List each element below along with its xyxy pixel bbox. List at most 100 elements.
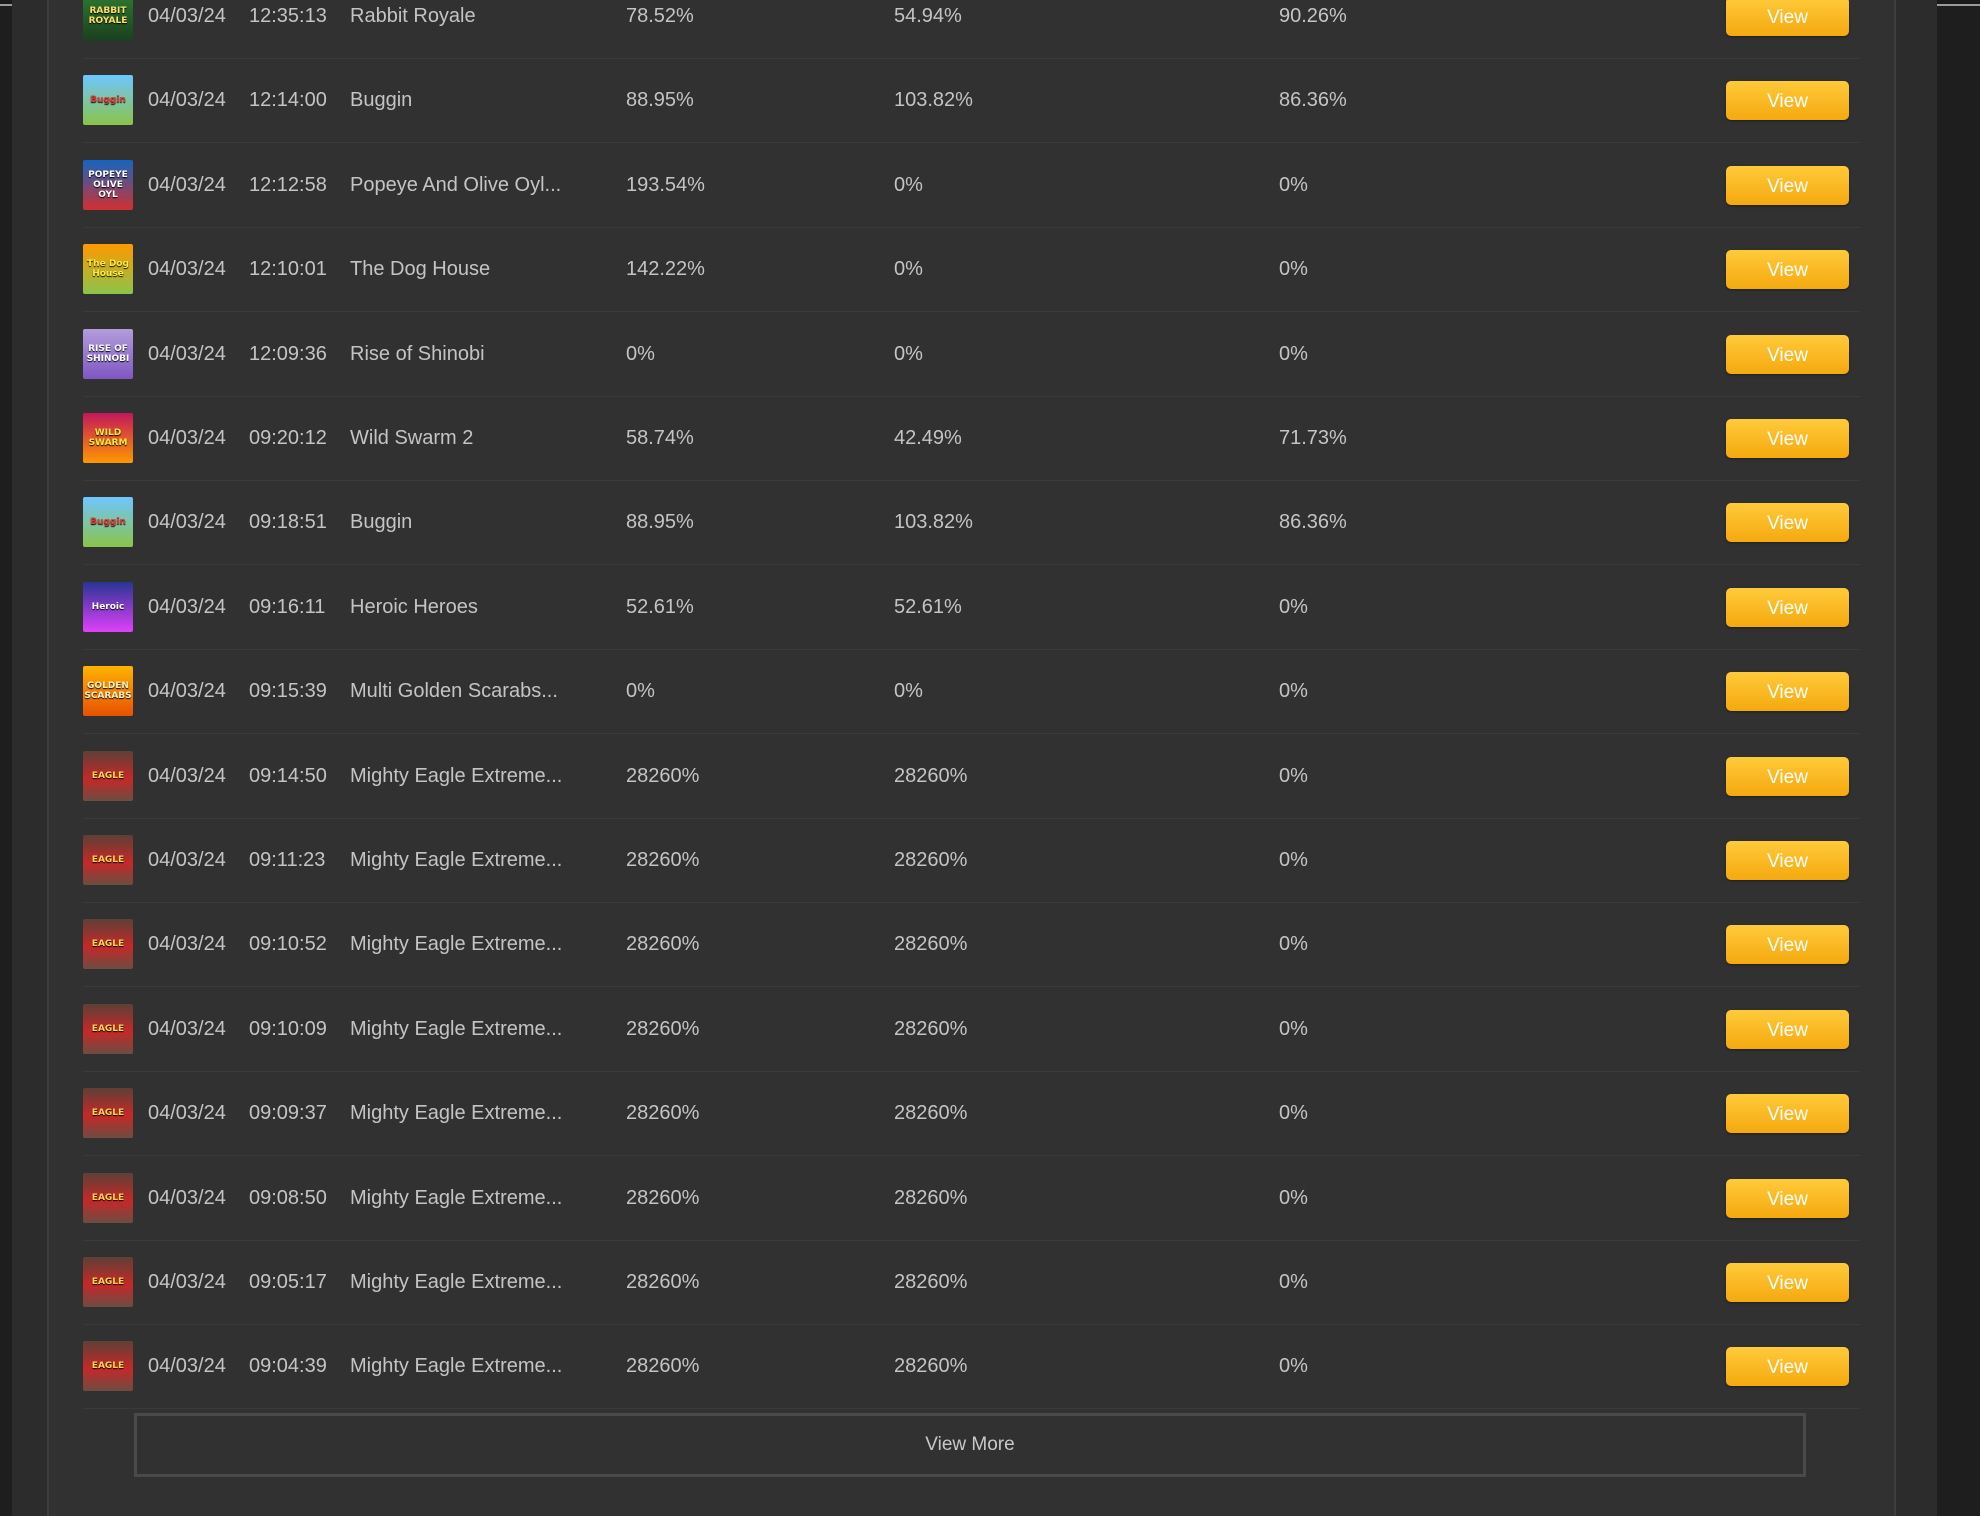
game-thumbnail: RISE OF SHINOBI: [83, 329, 133, 379]
row-date: 04/03/24: [148, 1102, 226, 1124]
row-game-name: Mighty Eagle Extreme...: [350, 933, 563, 955]
table-row: Buggin 04/03/24 12:14:00 Buggin 88.95% 103.82…: [83, 59, 1860, 143]
row-rtp-1: 28260%: [626, 1187, 700, 1209]
row-game-name: Rabbit Royale: [350, 5, 476, 27]
view-button[interactable]: View: [1726, 503, 1849, 542]
view-button[interactable]: View: [1726, 0, 1849, 36]
row-rtp-1: 28260%: [626, 765, 700, 787]
view-button[interactable]: View: [1726, 1263, 1849, 1302]
game-thumbnail: Buggin: [83, 75, 133, 125]
game-thumbnail: Heroic: [83, 582, 133, 632]
view-button[interactable]: View: [1726, 1094, 1849, 1133]
row-rtp-2: 0%: [894, 343, 923, 365]
row-rtp-3: 0%: [1279, 174, 1308, 196]
row-rtp-2: 0%: [894, 174, 923, 196]
table-row: EAGLE 04/03/24 09:11:23 Mighty Eagle Extrem…: [83, 819, 1860, 903]
view-button[interactable]: View: [1726, 1179, 1849, 1218]
table-row: Heroic 04/03/24 09:16:11 Heroic Heroes 52.61…: [83, 566, 1860, 650]
row-rtp-2: 28260%: [894, 1102, 968, 1124]
table-row: EAGLE 04/03/24 09:10:52 Mighty Eagle Extrem…: [83, 903, 1860, 987]
row-rtp-3: 0%: [1279, 1018, 1308, 1040]
view-button[interactable]: View: [1726, 166, 1849, 205]
row-time: 12:35:13: [249, 5, 327, 27]
row-rtp-3: 86.36%: [1279, 511, 1347, 533]
row-game-name: Buggin: [350, 89, 413, 111]
row-rtp-2: 52.61%: [894, 596, 962, 618]
row-time: 09:10:09: [249, 1018, 327, 1040]
row-rtp-1: 88.95%: [626, 511, 694, 533]
row-rtp-2: 28260%: [894, 1271, 968, 1293]
view-button[interactable]: View: [1726, 925, 1849, 964]
row-rtp-1: 52.61%: [626, 596, 694, 618]
row-game-name: Mighty Eagle Extreme...: [350, 1018, 563, 1040]
row-rtp-3: 0%: [1279, 343, 1308, 365]
row-time: 09:16:11: [249, 596, 326, 618]
row-rtp-3: 0%: [1279, 765, 1308, 787]
view-button[interactable]: View: [1726, 757, 1849, 796]
row-rtp-2: 28260%: [894, 1187, 968, 1209]
row-rtp-2: 54.94%: [894, 5, 962, 27]
row-date: 04/03/24: [148, 849, 226, 871]
game-thumbnail: EAGLE: [83, 1088, 133, 1138]
row-rtp-1: 28260%: [626, 1355, 700, 1377]
table-row: WILD SWARM 04/03/24 09:20:12 Wild Swarm 2 58…: [83, 397, 1860, 481]
view-button[interactable]: View: [1726, 81, 1849, 120]
row-rtp-3: 0%: [1279, 1271, 1308, 1293]
row-time: 09:18:51: [249, 511, 327, 533]
row-game-name: Multi Golden Scarabs...: [350, 680, 558, 702]
row-date: 04/03/24: [148, 5, 226, 27]
game-thumbnail: EAGLE: [83, 835, 133, 885]
row-date: 04/03/24: [148, 1187, 226, 1209]
row-time: 12:14:00: [249, 89, 327, 111]
row-date: 04/03/24: [148, 511, 226, 533]
table-row: POPEYE OLIVE OYL 04/03/24 12:12:58 Popeye A…: [83, 144, 1860, 228]
row-rtp-3: 0%: [1279, 258, 1308, 280]
row-rtp-3: 71.73%: [1279, 427, 1347, 449]
table-row: Buggin 04/03/24 09:18:51 Buggin 88.95% 103.82…: [83, 481, 1860, 565]
row-time: 09:08:50: [249, 1187, 327, 1209]
view-more-button[interactable]: View More: [134, 1413, 1806, 1477]
row-rtp-2: 42.49%: [894, 427, 962, 449]
row-game-name: Popeye And Olive Oyl...: [350, 174, 562, 196]
row-game-name: Mighty Eagle Extreme...: [350, 849, 563, 871]
row-rtp-3: 86.36%: [1279, 89, 1347, 111]
row-rtp-3: 0%: [1279, 1187, 1308, 1209]
row-rtp-1: 78.52%: [626, 5, 694, 27]
row-rtp-1: 142.22%: [626, 258, 705, 280]
row-game-name: Heroic Heroes: [350, 596, 478, 618]
row-rtp-2: 28260%: [894, 1018, 968, 1040]
view-button[interactable]: View: [1726, 672, 1849, 711]
view-button[interactable]: View: [1726, 1010, 1849, 1049]
row-game-name: Mighty Eagle Extreme...: [350, 1355, 563, 1377]
row-rtp-2: 103.82%: [894, 511, 973, 533]
row-game-name: Rise of Shinobi: [350, 343, 485, 365]
row-time: 09:15:39: [249, 680, 327, 702]
view-button[interactable]: View: [1726, 841, 1849, 880]
table-row: GOLDEN SCARABS 04/03/24 09:15:39 Multi Gold…: [83, 650, 1860, 734]
view-button[interactable]: View: [1726, 335, 1849, 374]
game-thumbnail: EAGLE: [83, 1004, 133, 1054]
game-thumbnail: RABBIT ROYALE: [83, 0, 133, 41]
row-rtp-1: 58.74%: [626, 427, 694, 449]
row-date: 04/03/24: [148, 1271, 226, 1293]
row-time: 09:09:37: [249, 1102, 327, 1124]
table-row: EAGLE 04/03/24 09:05:17 Mighty Eagle Extrem…: [83, 1241, 1860, 1325]
row-time: 09:20:12: [249, 427, 327, 449]
row-game-name: Mighty Eagle Extreme...: [350, 1102, 563, 1124]
row-rtp-1: 28260%: [626, 1102, 700, 1124]
row-time: 12:09:36: [249, 343, 327, 365]
row-game-name: Mighty Eagle Extreme...: [350, 765, 563, 787]
row-rtp-1: 28260%: [626, 933, 700, 955]
view-button[interactable]: View: [1726, 419, 1849, 458]
table-row: RISE OF SHINOBI 04/03/24 12:09:36 Rise of S…: [83, 313, 1860, 397]
row-rtp-3: 0%: [1279, 596, 1308, 618]
view-button[interactable]: View: [1726, 250, 1849, 289]
row-date: 04/03/24: [148, 343, 226, 365]
row-rtp-2: 28260%: [894, 1355, 968, 1377]
row-rtp-3: 0%: [1279, 1102, 1308, 1124]
view-button[interactable]: View: [1726, 588, 1849, 627]
view-button[interactable]: View: [1726, 1347, 1849, 1386]
row-rtp-1: 0%: [626, 680, 655, 702]
game-thumbnail: Buggin: [83, 497, 133, 547]
row-date: 04/03/24: [148, 765, 226, 787]
